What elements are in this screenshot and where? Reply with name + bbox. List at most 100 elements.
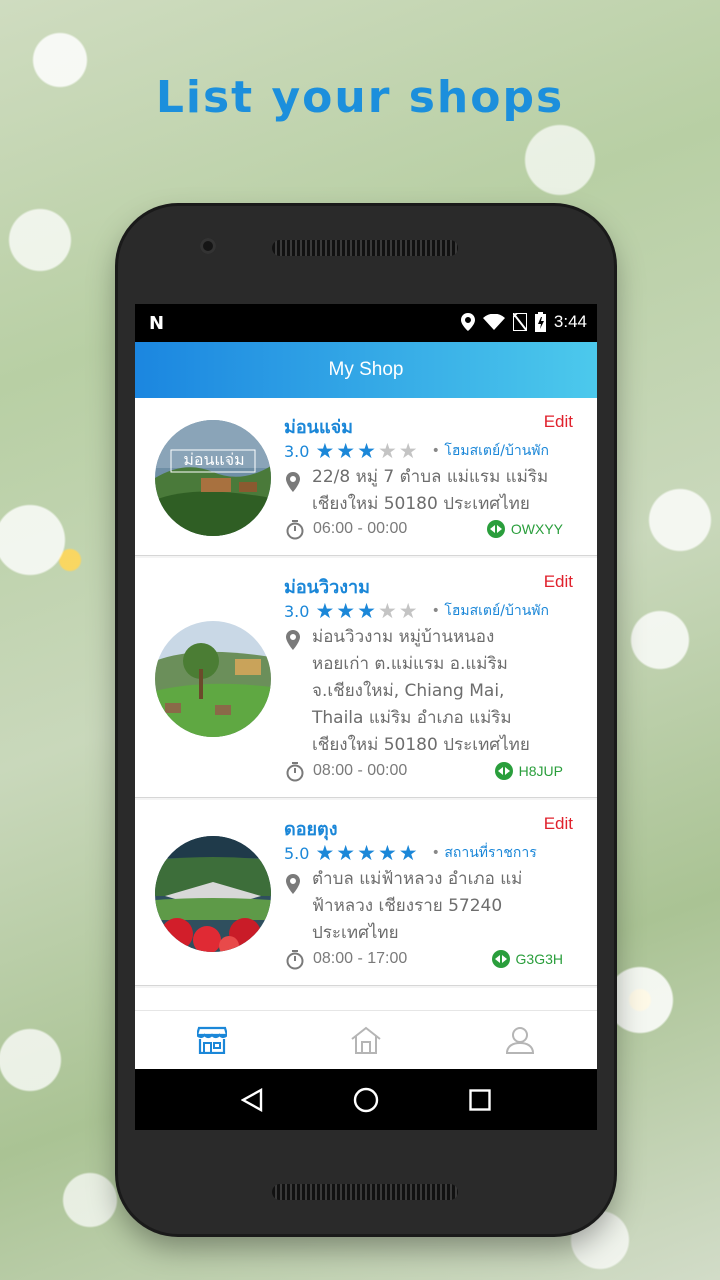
location-pin-icon xyxy=(286,874,300,894)
profile-tab[interactable] xyxy=(490,1020,550,1060)
shop-hours: 06:00 - 00:00 xyxy=(313,520,408,537)
shop-code-text: H8JUP xyxy=(518,763,563,779)
wifi-icon xyxy=(482,314,505,330)
shop-image: ม่อนแจ่ม xyxy=(155,420,271,536)
back-icon xyxy=(241,1088,263,1112)
location-icon xyxy=(460,313,475,331)
star-icon: ★ xyxy=(398,439,418,463)
n-notification-icon: N xyxy=(149,313,165,334)
star-icon: ★ xyxy=(357,439,376,463)
address-line: 22/8 หมู่ 7 ตำบล แม่แรม แม่ริม xyxy=(312,467,549,487)
shop-card[interactable]: ม่อนแจ่ม ม่อนแจ่ม Edit 3.0 ★ ★ ★ ★ ★ โฮม… xyxy=(135,398,597,556)
star-icon: ★ xyxy=(336,599,356,623)
star-icon: ★ xyxy=(398,599,418,623)
star-icon: ★ xyxy=(357,841,376,865)
code-icon xyxy=(486,520,505,538)
status-bar: N 3:44 xyxy=(135,304,597,342)
shop-name[interactable]: ม่อนวิวงาม xyxy=(284,572,370,601)
system-navigation-bar xyxy=(135,1069,597,1130)
shop-hours: 08:00 - 00:00 xyxy=(313,762,408,779)
back-button[interactable] xyxy=(232,1080,272,1120)
rating-row: 3.0 ★ ★ ★ ★ ★ โฮมสเตย์/บ้านพัก xyxy=(284,600,549,622)
phone-frame: N 3:44 My Shop ม่อนแจ่ม ม่อนแจ่ม Edit 3.… xyxy=(118,206,614,1234)
address-line: ฟ้าหลวง เชียงราย 57240 xyxy=(312,896,503,916)
rating-row: 5.0 ★ ★ ★ ★ ★ สถานที่ราชการ xyxy=(284,842,537,864)
star-icon: ★ xyxy=(398,841,418,865)
address-line: ม่อนวิวงาม หมู่บ้านหนอง xyxy=(312,627,495,647)
edit-button[interactable]: Edit xyxy=(544,814,573,834)
bottom-speaker xyxy=(272,1184,458,1200)
shop-code[interactable]: H8JUP xyxy=(494,762,563,780)
shop-code[interactable]: OWXYY xyxy=(486,520,563,538)
shop-address: ม่อนวิวงาม หมู่บ้านหนอง หอยเก่า ต.แม่แรม… xyxy=(312,624,574,759)
recents-button[interactable] xyxy=(460,1080,500,1120)
promo-headline: List your shops xyxy=(155,72,565,123)
shop-name[interactable]: ดอยตุง xyxy=(284,814,338,843)
no-sim-icon xyxy=(512,313,527,331)
timer-icon xyxy=(286,762,304,782)
star-icon: ★ xyxy=(357,599,376,623)
star-icon: ★ xyxy=(377,599,397,623)
app-bar: My Shop xyxy=(135,342,597,398)
status-icons: 3:44 xyxy=(460,312,587,332)
shop-tab[interactable] xyxy=(182,1020,242,1060)
rating-value: 3.0 xyxy=(284,601,310,621)
shop-address: 22/8 หมู่ 7 ตำบล แม่แรม แม่ริม เชียงใหม่… xyxy=(312,464,574,518)
recents-icon xyxy=(469,1089,491,1111)
home-button[interactable] xyxy=(346,1080,386,1120)
address-line: ประเทศไทย xyxy=(312,923,399,943)
rating-row: 3.0 ★ ★ ★ ★ ★ โฮมสเตย์/บ้านพัก xyxy=(284,440,549,462)
star-icon: ★ xyxy=(336,439,356,463)
star-icon: ★ xyxy=(377,439,397,463)
home-circle-icon xyxy=(353,1087,379,1113)
star-icon: ★ xyxy=(377,841,397,865)
store-icon xyxy=(197,1026,227,1054)
address-line: เชียงใหม่ 50180 ประเทศไทย xyxy=(312,494,530,514)
shop-code-text: OWXYY xyxy=(510,521,563,537)
shop-image xyxy=(155,621,271,737)
shop-category: โฮมสเตย์/บ้านพัก xyxy=(432,440,549,462)
address-line: Thaila แม่ริม อำเภอ แม่ริม xyxy=(312,708,512,728)
star-icon: ★ xyxy=(315,599,335,623)
code-icon xyxy=(491,950,510,968)
rating-value: 3.0 xyxy=(284,441,310,461)
top-speaker xyxy=(272,240,458,256)
address-line: จ.เชียงใหม่, Chiang Mai, xyxy=(312,681,505,701)
shop-list[interactable]: ม่อนแจ่ม ม่อนแจ่ม Edit 3.0 ★ ★ ★ ★ ★ โฮม… xyxy=(135,398,597,1010)
rating-value: 5.0 xyxy=(284,843,310,863)
code-icon xyxy=(494,762,513,780)
person-icon xyxy=(506,1027,534,1054)
shop-card-partial[interactable] xyxy=(135,988,597,1010)
front-camera xyxy=(200,238,216,254)
shop-image-label: ม่อนแจ่ม xyxy=(183,450,245,469)
shop-card[interactable]: ดอยตุง Edit 5.0 ★ ★ ★ ★ ★ สถานที่ราชการ … xyxy=(135,800,597,986)
shop-card[interactable]: ม่อนวิวงาม Edit 3.0 ★ ★ ★ ★ ★ โฮมสเตย์/บ… xyxy=(135,558,597,798)
timer-icon xyxy=(286,950,304,970)
battery-charging-icon xyxy=(534,312,546,332)
timer-icon xyxy=(286,520,304,540)
home-tab[interactable] xyxy=(336,1020,396,1060)
star-icon: ★ xyxy=(336,841,356,865)
phone-screen: N 3:44 My Shop ม่อนแจ่ม ม่อนแจ่ม Edit 3.… xyxy=(135,304,597,1130)
edit-button[interactable]: Edit xyxy=(544,412,573,432)
star-icon: ★ xyxy=(315,841,335,865)
shop-code[interactable]: G3G3H xyxy=(491,950,563,968)
address-line: หอยเก่า ต.แม่แรม อ.แม่ริม xyxy=(312,654,508,674)
edit-button[interactable]: Edit xyxy=(544,572,573,592)
location-pin-icon xyxy=(286,472,300,492)
shop-category: โฮมสเตย์/บ้านพัก xyxy=(432,600,549,622)
star-icon: ★ xyxy=(315,439,335,463)
home-icon xyxy=(351,1026,381,1054)
address-line: ตำบล แม่ฟ้าหลวง อำเภอ แม่ xyxy=(312,869,523,889)
shop-category: สถานที่ราชการ xyxy=(432,842,536,864)
status-time: 3:44 xyxy=(553,312,587,331)
shop-address: ตำบล แม่ฟ้าหลวง อำเภอ แม่ ฟ้าหลวง เชียงร… xyxy=(312,866,574,947)
app-bar-title: My Shop xyxy=(328,359,404,380)
address-line: เชียงใหม่ 50180 ประเทศไทย xyxy=(312,735,530,755)
shop-hours: 08:00 - 17:00 xyxy=(313,950,408,967)
shop-image xyxy=(155,836,271,952)
bottom-navigation xyxy=(135,1010,597,1069)
shop-name[interactable]: ม่อนแจ่ม xyxy=(284,412,353,441)
shop-code-text: G3G3H xyxy=(515,951,563,967)
location-pin-icon xyxy=(286,630,300,650)
